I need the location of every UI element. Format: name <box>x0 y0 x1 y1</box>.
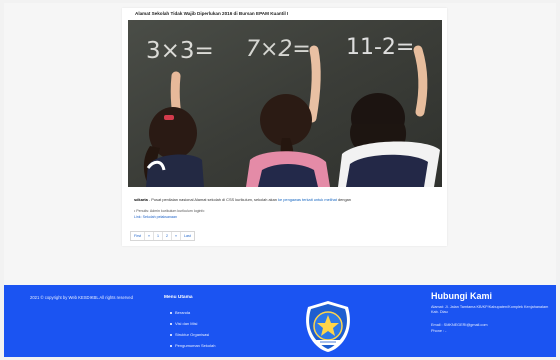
footer-menu-label: Pengumuman Sekolah <box>175 343 216 348</box>
post-caption: sdkarta - Pusat penilaian nasional Alama… <box>134 197 434 202</box>
footer: 2021 © copyright by Web KESDIKBL All rig… <box>4 285 556 357</box>
tut-wuri-handayani-logo <box>296 299 360 353</box>
caption-bold: sdkarta <box>134 197 148 202</box>
footer-menu-item-beranda[interactable]: Beranda <box>170 307 215 318</box>
footer-menu-item-struktur[interactable]: Struktur Organisasi <box>170 329 215 340</box>
pagination-next[interactable]: » <box>172 232 181 240</box>
caption-tail: dengan <box>336 197 351 202</box>
post-title[interactable]: Alamat Sekolah Tidak Wajib Diperlukan 20… <box>135 11 435 16</box>
post-meta-link[interactable]: Link: Sekolah pelaksanaan <box>134 215 434 219</box>
caption-link[interactable]: ke pengawas terkait untuk melihat <box>278 197 337 202</box>
footer-menu-item-visi-misi[interactable]: Visi dan Misi <box>170 318 215 329</box>
footer-menu-item-pengumuman[interactable]: Pengumuman Sekolah <box>170 340 215 351</box>
classroom-image: 3×3= 7×2= 11-2= <box>128 20 442 187</box>
formula-middle: 7×2= <box>246 37 311 62</box>
pagination-prev[interactable]: « <box>145 232 154 240</box>
pagination-page-2[interactable]: 2 <box>163 232 172 240</box>
bullet-icon <box>170 344 172 347</box>
pagination: First « 1 2 » Last <box>130 231 195 241</box>
formula-left: 3×3= <box>146 38 214 64</box>
footer-address: Alamat: Jl. Jalan Tamtama KB/KP/Kabupate… <box>431 305 549 315</box>
footer-menu-label: Beranda <box>175 310 191 315</box>
footer-menu-title: Menu Utama <box>164 295 193 300</box>
pagination-last[interactable]: Last <box>181 232 194 240</box>
footer-contact-title: Hubungi Kami <box>431 291 492 301</box>
footer-menu-label: Struktur Organisasi <box>175 332 210 337</box>
bullet-icon <box>170 333 172 336</box>
caption-text: - Pusat penilaian nasional Alamat sekola… <box>147 197 279 202</box>
footer-menu-label: Visi dan Misi <box>175 321 198 326</box>
school-emblem-icon <box>306 301 350 352</box>
footer-copyright: 2021 © copyright by Web KESDIKBL All rig… <box>30 295 133 300</box>
footer-menu: Beranda Visi dan Misi Struktur Organisas… <box>170 307 215 351</box>
formula-right: 11-2= <box>346 35 414 60</box>
footer-phone: Phone : - <box>431 329 447 333</box>
post-meta-line: • Penulis: Admin kurikulum kurikulum log… <box>134 209 205 213</box>
post-photo: 3×3= 7×2= 11-2= <box>128 20 442 187</box>
pagination-first[interactable]: First <box>131 232 145 240</box>
footer-email: Email : SMKNEGERI@gmail.com <box>431 323 488 327</box>
bullet-icon <box>170 322 172 325</box>
pagination-page-1[interactable]: 1 <box>154 232 163 240</box>
bullet-icon <box>170 311 172 314</box>
